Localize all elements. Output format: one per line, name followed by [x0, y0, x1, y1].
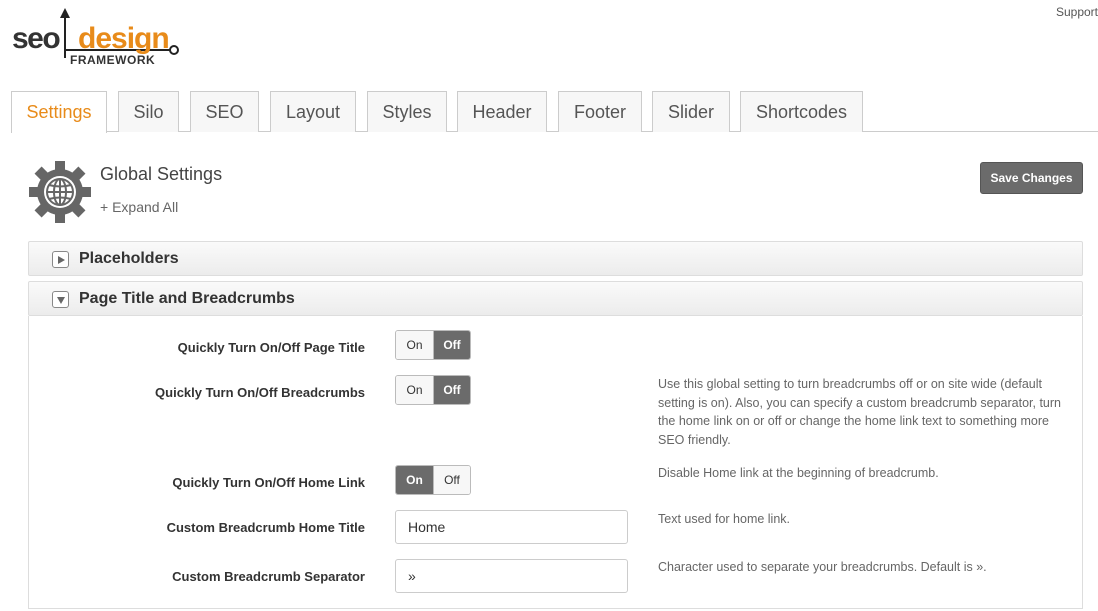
home-title-label: Custom Breadcrumb Home Title: [166, 520, 365, 535]
logo-design-text: design: [78, 22, 170, 55]
expand-triangle-icon: [52, 251, 69, 268]
panel-placeholders-header[interactable]: Placeholders: [28, 241, 1083, 276]
page-title-on-button[interactable]: On: [396, 331, 433, 359]
tab-header[interactable]: Header: [457, 91, 547, 132]
tab-layout[interactable]: Layout: [270, 91, 356, 132]
tab-slider[interactable]: Slider: [652, 91, 730, 132]
panel-title: Placeholders: [79, 250, 179, 267]
home-title-help-text: Text used for home link.: [658, 512, 791, 526]
tab-settings[interactable]: Settings: [11, 91, 107, 133]
page-title-off-button[interactable]: Off: [433, 331, 470, 359]
collapse-triangle-icon: [52, 291, 69, 308]
tab-seo[interactable]: SEO: [190, 91, 259, 132]
panel-breadcrumbs-header[interactable]: Page Title and Breadcrumbs: [28, 281, 1083, 316]
breadcrumbs-toggle: On Off: [395, 375, 471, 405]
tab-shortcodes[interactable]: Shortcodes: [740, 91, 863, 132]
home-link-toggle-label: Quickly Turn On/Off Home Link: [172, 475, 365, 490]
home-link-off-button[interactable]: Off: [433, 466, 470, 494]
breadcrumbs-on-button[interactable]: On: [396, 376, 433, 404]
tab-footer[interactable]: Footer: [558, 91, 642, 132]
separator-label: Custom Breadcrumb Separator: [172, 569, 365, 584]
separator-input[interactable]: [395, 559, 628, 593]
page-title: Global Settings: [100, 164, 223, 184]
separator-help-text: Character used to separate your breadcru…: [658, 560, 987, 574]
tab-styles[interactable]: Styles: [367, 91, 447, 132]
gear-globe-icon: [28, 160, 92, 229]
logo-framework-text: FRAMEWORK: [70, 53, 156, 67]
save-changes-button[interactable]: Save Changes: [980, 162, 1083, 194]
expand-all-link[interactable]: + Expand All: [100, 199, 178, 215]
logo-seo-text: seo: [12, 22, 61, 55]
home-link-toggle: On Off: [395, 465, 471, 495]
page-title-toggle-label: Quickly Turn On/Off Page Title: [177, 340, 365, 355]
home-title-input[interactable]: [395, 510, 628, 544]
tab-bar: Settings Silo SEO Layout Styles Header F…: [11, 91, 1098, 133]
page-title-toggle: On Off: [395, 330, 471, 360]
seo-design-framework-logo: seo design FRAMEWORK: [12, 8, 182, 68]
home-link-on-button[interactable]: On: [396, 466, 433, 494]
support-link[interactable]: Support: [1056, 5, 1098, 19]
breadcrumbs-off-button[interactable]: Off: [433, 376, 470, 404]
panel-title: Page Title and Breadcrumbs: [79, 290, 295, 307]
home-link-help-text: Disable Home link at the beginning of br…: [658, 466, 939, 480]
breadcrumbs-help-text: Use this global setting to turn breadcru…: [658, 377, 1061, 447]
breadcrumbs-toggle-label: Quickly Turn On/Off Breadcrumbs: [155, 385, 365, 400]
tab-silo[interactable]: Silo: [118, 91, 179, 132]
